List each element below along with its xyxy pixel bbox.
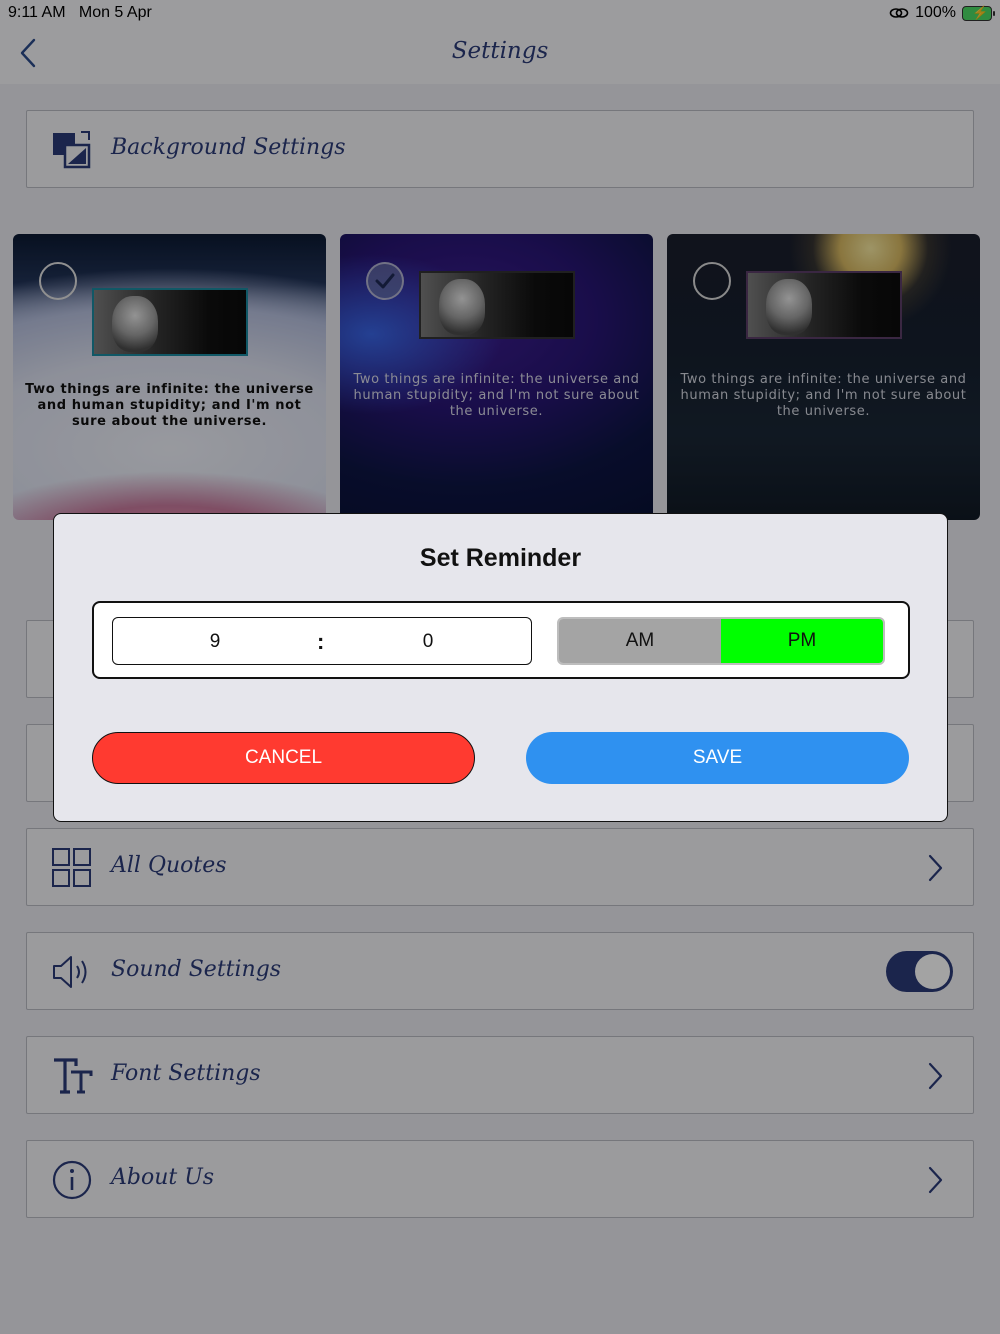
am-option[interactable]: AM	[559, 619, 721, 663]
hour-value[interactable]: 9	[205, 631, 225, 653]
time-picker-box: 9 : 0 AM PM	[92, 601, 910, 679]
settings-screen: 9:11 AM Mon 5 Apr 100% ⚡ Settings Backgr…	[0, 0, 1000, 1334]
am-pm-selector[interactable]: AM PM	[557, 617, 885, 665]
time-input[interactable]: 9 : 0	[112, 617, 532, 665]
pm-option[interactable]: PM	[721, 619, 883, 663]
cancel-button[interactable]: CANCEL	[92, 732, 475, 784]
set-reminder-dialog: Set Reminder 9 : 0 AM PM CANCEL SAVE	[53, 513, 948, 822]
dialog-title: Set Reminder	[419, 544, 582, 572]
minute-value[interactable]: 0	[418, 631, 438, 653]
modal-backdrop-top	[0, 0, 1000, 84]
save-button[interactable]: SAVE	[526, 732, 909, 784]
time-separator: :	[317, 629, 325, 654]
